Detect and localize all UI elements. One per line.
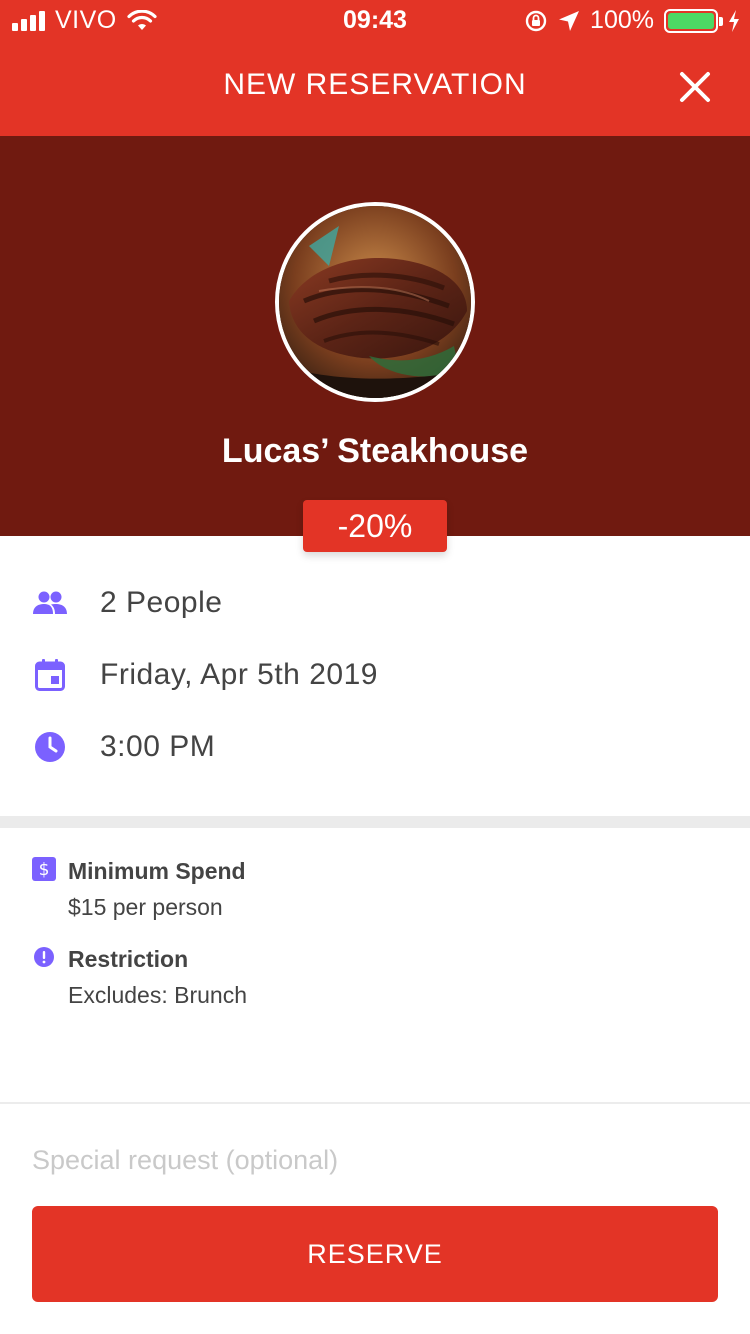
dollar-icon: $ <box>32 857 56 886</box>
people-icon <box>32 585 68 621</box>
alert-icon <box>32 945 56 974</box>
status-right: 100% <box>524 6 740 35</box>
minimum-spend-block: $ Minimum Spend $15 per person <box>32 857 732 921</box>
special-request-input[interactable] <box>32 1138 718 1182</box>
location-arrow-icon <box>559 10 580 31</box>
restriction-block: Restriction Excludes: Brunch <box>32 945 732 1009</box>
battery-percent: 100% <box>590 6 654 34</box>
restaurant-hero: Lucas’ Steakhouse <box>0 136 750 536</box>
calendar-icon <box>32 657 68 693</box>
close-icon[interactable] <box>678 70 712 104</box>
reserve-button[interactable]: RESERVE <box>32 1206 718 1302</box>
svg-text:$: $ <box>39 860 50 880</box>
restaurant-name: Lucas’ Steakhouse <box>221 432 529 470</box>
rotation-lock-icon <box>525 10 547 31</box>
restaurant-photo <box>275 202 475 402</box>
charging-bolt-icon <box>729 9 739 32</box>
date-row[interactable]: Friday, Apr 5th 2019 <box>0 645 750 705</box>
people-count: 2 People <box>100 586 223 619</box>
status-bar: VIVO 09:43 100% <box>0 0 750 40</box>
header-bar: VIVO 09:43 100% NEW RESERVATION <box>0 0 750 136</box>
reservation-date: Friday, Apr 5th 2019 <box>100 658 378 691</box>
section-divider <box>0 816 750 828</box>
people-row[interactable]: 2 People <box>0 573 750 633</box>
minimum-spend-title: Minimum Spend <box>68 858 246 884</box>
time-row[interactable]: 3:00 PM <box>0 717 750 777</box>
restriction-value: Excludes: Brunch <box>68 982 247 1008</box>
clock-icon <box>32 729 68 765</box>
battery-icon <box>664 8 723 33</box>
restriction-title: Restriction <box>68 946 189 972</box>
reservation-time: 3:00 PM <box>100 730 216 763</box>
steak-image <box>279 206 471 398</box>
minimum-spend-value: $15 per person <box>68 894 223 920</box>
form-divider <box>0 1102 750 1104</box>
discount-badge: -20% <box>303 500 447 552</box>
page-title: NEW RESERVATION <box>223 68 527 101</box>
